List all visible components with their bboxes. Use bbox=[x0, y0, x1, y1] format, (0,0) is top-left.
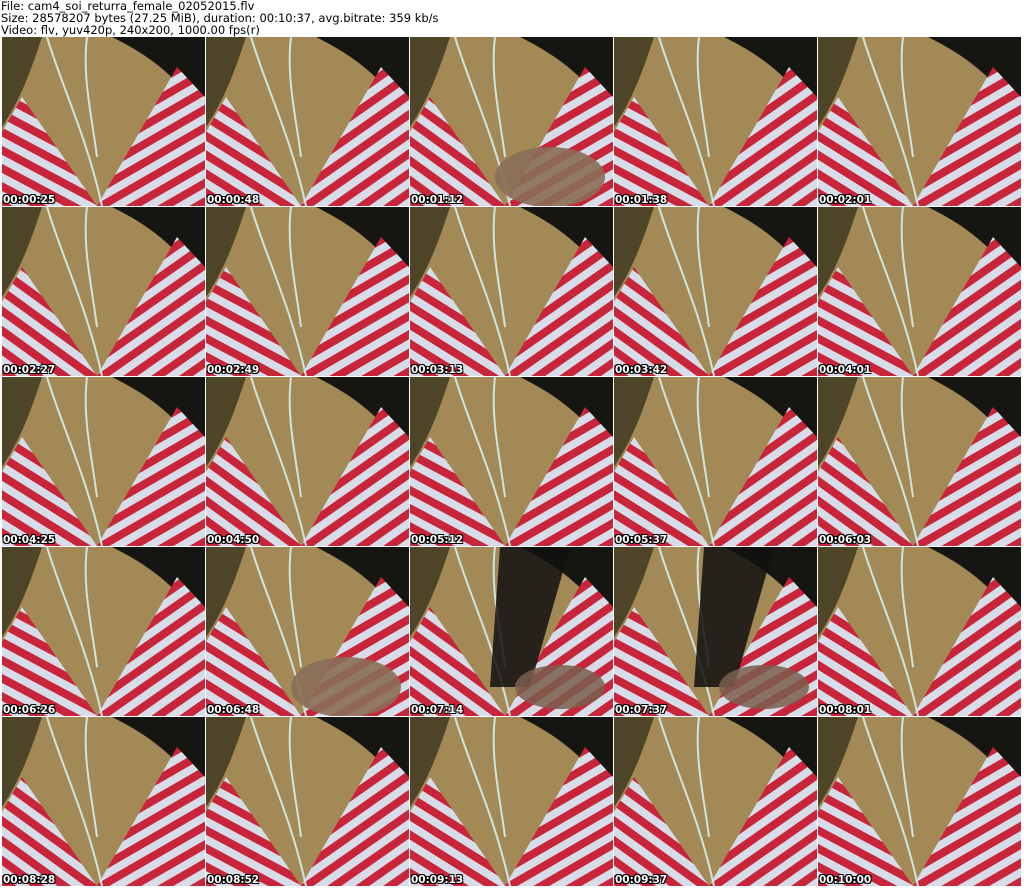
thumbnail-timestamp: 00:07:37 bbox=[615, 704, 668, 716]
video-thumbnail: 00:06:26 bbox=[2, 547, 205, 716]
thumbnail-timestamp: 00:08:01 bbox=[819, 704, 872, 716]
video-thumbnail: 00:05:37 bbox=[614, 377, 817, 546]
video-thumbnail: 00:03:42 bbox=[614, 207, 817, 376]
thumbnail-frame-image bbox=[410, 377, 613, 546]
video-thumbnail: 00:02:49 bbox=[206, 207, 409, 376]
thumbnail-frame-image bbox=[206, 37, 409, 206]
thumbnail-frame-image bbox=[410, 547, 613, 716]
thumbnail-timestamp: 00:06:03 bbox=[819, 534, 872, 546]
thumbnail-frame-image bbox=[614, 717, 817, 886]
thumbnail-timestamp: 00:04:01 bbox=[819, 364, 872, 376]
thumbnail-timestamp: 00:02:27 bbox=[3, 364, 56, 376]
video-thumbnail: 00:07:37 bbox=[614, 547, 817, 716]
thumbnail-timestamp: 00:09:37 bbox=[615, 874, 668, 886]
file-info-header: File: cam4_soi_returra_female_02052015.f… bbox=[1, 0, 1021, 36]
thumbnail-frame-image bbox=[2, 207, 205, 376]
video-thumbnail: 00:04:25 bbox=[2, 377, 205, 546]
thumbnail-timestamp: 00:02:49 bbox=[207, 364, 260, 376]
thumbnail-timestamp: 00:09:13 bbox=[411, 874, 464, 886]
video-thumbnail: 00:00:48 bbox=[206, 37, 409, 206]
video-thumbnail: 00:08:01 bbox=[818, 547, 1021, 716]
video-thumbnail: 00:09:37 bbox=[614, 717, 817, 886]
thumbnail-timestamp: 00:10:00 bbox=[819, 874, 872, 886]
thumbnail-frame-image bbox=[2, 37, 205, 206]
thumbnail-timestamp: 00:06:48 bbox=[207, 704, 260, 716]
thumbnail-frame-image bbox=[614, 377, 817, 546]
thumbnail-frame-image bbox=[2, 717, 205, 886]
thumbnail-frame-image bbox=[818, 717, 1021, 886]
thumbnail-frame-image bbox=[818, 547, 1021, 716]
thumbnail-timestamp: 00:08:52 bbox=[207, 874, 260, 886]
thumbnail-frame-image bbox=[614, 547, 817, 716]
video-info-line: Video: flv, yuv420p, 240x200, 1000.00 fp… bbox=[1, 23, 260, 37]
thumbnail-frame-image bbox=[206, 207, 409, 376]
thumbnail-timestamp: 00:06:26 bbox=[3, 704, 56, 716]
video-thumbnail: 00:09:13 bbox=[410, 717, 613, 886]
thumbnail-timestamp: 00:04:25 bbox=[3, 534, 56, 546]
thumbnail-frame-image bbox=[2, 377, 205, 546]
video-thumbnail: 00:06:03 bbox=[818, 377, 1021, 546]
thumbnail-timestamp: 00:00:48 bbox=[207, 194, 260, 206]
video-thumbnail: 00:08:28 bbox=[2, 717, 205, 886]
thumbnail-timestamp: 00:00:25 bbox=[3, 194, 56, 206]
thumbnail-frame-image bbox=[410, 207, 613, 376]
video-thumbnail: 00:04:01 bbox=[818, 207, 1021, 376]
thumbnail-frame-image bbox=[206, 717, 409, 886]
video-thumbnail: 00:10:00 bbox=[818, 717, 1021, 886]
thumbnail-timestamp: 00:02:01 bbox=[819, 194, 872, 206]
thumbnail-frame-image bbox=[206, 547, 409, 716]
thumbnail-frame-image bbox=[614, 207, 817, 376]
video-thumbnail: 00:04:50 bbox=[206, 377, 409, 546]
thumbnail-timestamp: 00:08:28 bbox=[3, 874, 56, 886]
video-thumbnail: 00:01:12 bbox=[410, 37, 613, 206]
thumbnail-timestamp: 00:05:12 bbox=[411, 534, 464, 546]
thumbnail-timestamp: 00:03:42 bbox=[615, 364, 668, 376]
video-thumbnail: 00:06:48 bbox=[206, 547, 409, 716]
thumbnail-frame-image bbox=[818, 207, 1021, 376]
thumbnail-timestamp: 00:01:38 bbox=[615, 194, 668, 206]
thumbnail-timestamp: 00:01:12 bbox=[411, 194, 464, 206]
video-thumbnail: 00:02:01 bbox=[818, 37, 1021, 206]
thumbnail-frame-image bbox=[818, 37, 1021, 206]
thumbnail-frame-image bbox=[206, 377, 409, 546]
video-thumbnail: 00:01:38 bbox=[614, 37, 817, 206]
thumbnail-timestamp: 00:03:13 bbox=[411, 364, 464, 376]
thumbnail-timestamp: 00:04:50 bbox=[207, 534, 260, 546]
video-thumbnail: 00:05:12 bbox=[410, 377, 613, 546]
thumbnail-frame-image bbox=[818, 377, 1021, 546]
thumbnail-timestamp: 00:07:14 bbox=[411, 704, 464, 716]
video-thumbnail: 00:03:13 bbox=[410, 207, 613, 376]
thumbnail-frame-image bbox=[410, 37, 613, 206]
thumbnail-frame-image bbox=[410, 717, 613, 886]
thumbnail-timestamp: 00:05:37 bbox=[615, 534, 668, 546]
video-thumbnail: 00:02:27 bbox=[2, 207, 205, 376]
video-thumbnail: 00:08:52 bbox=[206, 717, 409, 886]
thumbnail-grid: 00:00:25 00:00:48 00:01:12 00:01:38 00:02:01… bbox=[2, 37, 1022, 887]
thumbnail-frame-image bbox=[2, 547, 205, 716]
thumbnail-frame-image bbox=[614, 37, 817, 206]
video-thumbnail: 00:00:25 bbox=[2, 37, 205, 206]
video-thumbnail: 00:07:14 bbox=[410, 547, 613, 716]
